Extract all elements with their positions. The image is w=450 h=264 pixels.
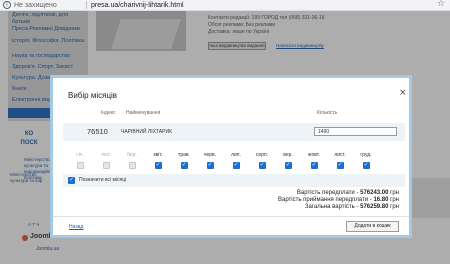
month-checkbox[interactable] (102, 162, 110, 169)
month-label: січ. (76, 152, 84, 158)
month-checkbox[interactable]: ✓ (284, 162, 292, 169)
month-label: лист. (334, 152, 346, 158)
month-checkbox[interactable]: ✓ (310, 162, 318, 169)
month-jul[interactable]: лип. ✓ (223, 152, 249, 169)
month-label: лип. (231, 152, 241, 158)
month-label: лют. (101, 152, 111, 158)
url-text[interactable]: presa.ua/charivnij-lihtarik.html (91, 1, 184, 10)
month-checkbox[interactable]: ✓ (206, 162, 214, 169)
month-label: трав. (178, 152, 190, 158)
select-all-checkbox[interactable]: ✓ (68, 177, 75, 184)
add-to-cart-button[interactable]: Додати в кошик (346, 221, 399, 232)
subscription-cost-label: Вартість передплати - (296, 190, 359, 196)
month-feb[interactable]: лют. (93, 152, 119, 169)
month-dec[interactable]: груд. ✓ (353, 152, 379, 169)
modal-footer: Назад Додати в кошик (53, 216, 409, 235)
month-nov[interactable]: лист. ✓ (327, 152, 353, 169)
month-checkbox[interactable]: ✓ (258, 162, 266, 169)
address-separator (86, 1, 87, 9)
month-mar[interactable]: бер. (119, 152, 145, 169)
month-jan[interactable]: січ. (67, 152, 93, 169)
subscription-cost-value: 576243.00 (360, 190, 389, 196)
month-checkbox[interactable]: ✓ (336, 162, 344, 169)
acceptance-cost-value: 16.80 (373, 197, 389, 203)
month-label: груд. (360, 152, 372, 158)
quantity-input[interactable] (314, 127, 397, 136)
select-all-row[interactable]: ✓ Позначити всі місяці (63, 174, 405, 187)
subscription-cost: Вартість передплати - 576243.00 грн (297, 190, 399, 197)
currency-label: грн (390, 197, 399, 203)
month-checkbox[interactable]: ✓ (180, 162, 188, 169)
close-icon[interactable]: × (399, 88, 407, 98)
acceptance-cost-label: Вартість приймання передплати - (277, 197, 372, 203)
month-label: черв. (203, 152, 217, 158)
month-checkbox[interactable] (128, 162, 136, 169)
total-cost-label: Загальна вартість - (304, 204, 359, 210)
total-cost: Загальна вартість - 576259.80 грн (305, 204, 399, 211)
month-sep[interactable]: вер. ✓ (275, 152, 301, 169)
column-index: Індекс (101, 110, 116, 116)
bookmark-star-icon[interactable]: ☆ (437, 0, 445, 9)
info-icon[interactable]: i (3, 1, 11, 9)
month-label: вер. (283, 152, 293, 158)
currency-label: грн (390, 190, 399, 196)
select-all-label[interactable]: Позначити всі місяці (79, 177, 126, 184)
month-label: квіт. (153, 152, 163, 158)
month-label: жовт. (308, 152, 320, 158)
month-jun[interactable]: черв. ✓ (197, 152, 223, 169)
column-quantity: Кількість (317, 110, 338, 116)
modal-title: Вибір місяців (68, 91, 118, 100)
product-index: 76510 (87, 127, 108, 136)
month-oct[interactable]: жовт. ✓ (301, 152, 327, 169)
column-name: Найменування (126, 110, 161, 116)
not-secure-label[interactable]: Не захищено (14, 1, 57, 10)
month-checkbox[interactable]: ✓ (362, 162, 370, 169)
month-aug[interactable]: серп. ✓ (249, 152, 275, 169)
product-name: ЧАРІВНИЙ ЛІХТАРИК (121, 129, 172, 135)
back-link[interactable]: Назад (69, 224, 83, 230)
acceptance-cost: Вартість приймання передплати - 16.80 гр… (278, 197, 399, 204)
currency-label: грн (390, 204, 399, 210)
product-row: 76510 ЧАРІВНИЙ ЛІХТАРИК (63, 123, 405, 141)
month-label: бер. (127, 152, 137, 158)
month-apr[interactable]: квіт. ✓ (145, 152, 171, 169)
month-may[interactable]: трав. ✓ (171, 152, 197, 169)
total-cost-value: 576259.80 (360, 204, 389, 210)
month-select-modal: Вибір місяців × Індекс Найменування Кіль… (50, 75, 412, 238)
month-checkbox[interactable]: ✓ (232, 162, 240, 169)
month-checkbox[interactable]: ✓ (154, 162, 162, 169)
address-bar[interactable]: i Не захищено presa.ua/charivnij-lihtari… (0, 0, 450, 11)
month-label: серп. (255, 152, 269, 158)
month-checkbox[interactable] (76, 162, 84, 169)
